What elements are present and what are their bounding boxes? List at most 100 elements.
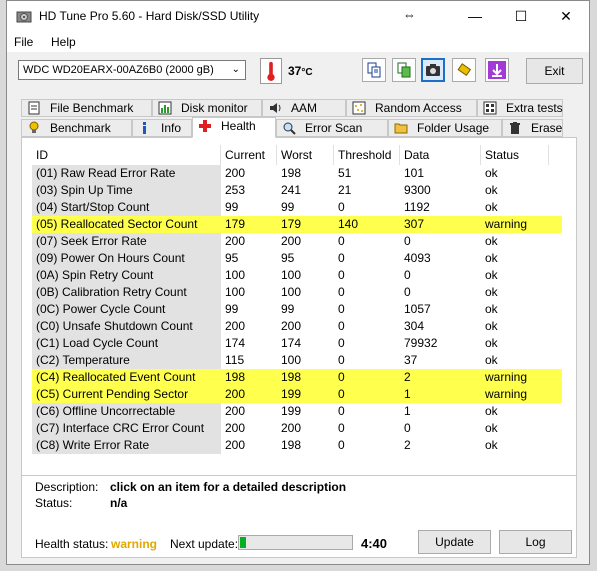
col-header-id[interactable]: ID <box>32 145 221 165</box>
tab-info[interactable]: Info <box>132 119 192 137</box>
table-cell-current: 200 <box>225 404 246 418</box>
download-icon <box>488 61 506 79</box>
temperature-readout: 37°C <box>288 64 313 78</box>
table-row[interactable]: (C4) Reallocated Event Count 198 198 0 2 warn… <box>32 369 562 386</box>
tab-benchmark[interactable]: Benchmark <box>21 119 132 137</box>
table-row[interactable]: (0C) Power Cycle Count 99 99 0 1057 ok <box>32 301 562 318</box>
table-cell-id: (C1) Load Cycle Count <box>32 335 221 352</box>
table-cell-worst: 99 <box>281 200 295 214</box>
table-cell-threshold: 0 <box>338 319 345 333</box>
exit-button[interactable]: Exit <box>526 58 583 84</box>
screenshot-button[interactable] <box>421 58 445 82</box>
camera-icon <box>426 64 440 76</box>
table-row[interactable]: (C7) Interface CRC Error Count 200 200 0 0 ok <box>32 420 562 437</box>
tab-extra-tests[interactable]: Extra tests <box>477 99 563 117</box>
table-cell-id: (C4) Reallocated Event Count <box>36 370 196 384</box>
table-row[interactable]: (05) Reallocated Sector Count 179 179 140 30… <box>32 216 562 233</box>
copy-text-button[interactable] <box>362 58 386 82</box>
table-cell-status: warning <box>485 387 528 401</box>
table-row[interactable]: (09) Power On Hours Count 95 95 0 4093 ok <box>32 250 562 267</box>
tab-error-scan[interactable]: Error Scan <box>276 119 388 137</box>
col-header-data[interactable]: Data <box>400 145 481 165</box>
log-button[interactable]: Log <box>499 530 572 554</box>
tab-file-benchmark[interactable]: File Benchmark <box>21 99 152 117</box>
table-cell-worst: 199 <box>281 404 302 418</box>
tab-label: AAM <box>291 101 318 115</box>
col-header-current[interactable]: Current <box>221 145 277 165</box>
table-row[interactable]: (0A) Spin Retry Count 100 100 0 0 ok <box>32 267 562 284</box>
col-header-status[interactable]: Status <box>481 145 549 165</box>
table-cell-worst: 200 <box>281 421 302 435</box>
copy-screen-button[interactable] <box>392 58 416 82</box>
table-cell-status: ok <box>485 166 498 180</box>
table-row[interactable]: (0B) Calibration Retry Count 100 100 0 0 ok <box>32 284 562 301</box>
table-cell-current: 100 <box>225 268 246 282</box>
tab-aam[interactable]: AAM <box>262 99 346 117</box>
table-row[interactable]: (07) Seek Error Rate 200 200 0 0 ok <box>32 233 562 250</box>
menu-file[interactable]: File <box>14 35 33 49</box>
table-row[interactable]: (01) Raw Read Error Rate 200 198 51 101 ok <box>32 165 562 182</box>
table-row[interactable]: (04) Start/Stop Count 99 99 0 1192 ok <box>32 199 562 216</box>
tab-disk-monitor[interactable]: Disk monitor <box>152 99 262 117</box>
update-button[interactable]: Update <box>418 530 491 554</box>
table-cell-current: 200 <box>225 387 246 401</box>
table-cell-status: ok <box>485 336 498 350</box>
table-cell-threshold: 0 <box>338 234 345 248</box>
save-button[interactable] <box>485 58 509 82</box>
app-window: HD Tune Pro 5.60 - Hard Disk/SSD Utility… <box>6 0 590 565</box>
table-cell-worst: 100 <box>281 353 302 367</box>
table-cell-threshold: 0 <box>338 370 345 384</box>
move-icon: ⇔ <box>403 7 416 22</box>
title-bar: HD Tune Pro 5.60 - Hard Disk/SSD Utility… <box>7 1 589 32</box>
table-row[interactable]: (03) Spin Up Time 253 241 21 9300 ok <box>32 182 562 199</box>
col-header-worst[interactable]: Worst <box>277 145 334 165</box>
table-cell-current: 115 <box>225 353 245 367</box>
options-button[interactable] <box>452 58 476 82</box>
magnifier-icon <box>283 122 296 135</box>
table-cell-id: (C8) Write Error Rate <box>32 437 221 454</box>
table-cell-worst: 198 <box>281 438 302 452</box>
tab-random-access[interactable]: Random Access <box>346 99 477 117</box>
footer-bar: Health status: warning Next update: 4:40… <box>22 526 576 557</box>
table-cell-current: 200 <box>225 421 246 435</box>
maximize-button[interactable]: ☐ <box>498 1 544 32</box>
usb-stick-icon <box>457 63 472 77</box>
tab-erase[interactable]: Erase <box>502 119 563 137</box>
table-cell-id: (03) Spin Up Time <box>32 182 221 199</box>
tab-folder-usage[interactable]: Folder Usage <box>388 119 502 137</box>
table-cell-data: 1 <box>404 404 411 418</box>
table-cell-data: 0 <box>404 285 411 299</box>
minimize-button[interactable]: — <box>452 1 498 32</box>
close-button[interactable]: ✕ <box>543 1 589 32</box>
table-cell-threshold: 0 <box>338 404 345 418</box>
table-row[interactable]: (C6) Offline Uncorrectable 200 199 0 1 ok <box>32 403 562 420</box>
table-cell-status: warning <box>485 370 528 384</box>
table-cell-data: 9300 <box>404 183 431 197</box>
thermometer-icon <box>260 58 282 84</box>
menu-help[interactable]: Help <box>51 35 76 49</box>
table-cell-id: (0A) Spin Retry Count <box>32 267 221 284</box>
table-cell-threshold: 0 <box>338 285 345 299</box>
table-cell-threshold: 21 <box>338 183 352 197</box>
table-cell-threshold: 0 <box>338 387 345 401</box>
drive-select[interactable]: WDC WD20EARX-00AZ6B0 (2000 gB) ⌄ <box>18 60 246 80</box>
table-row[interactable]: (C2) Temperature 115 100 0 37 ok <box>32 352 562 369</box>
table-row[interactable]: (C0) Unsafe Shutdown Count 200 200 0 304 ok <box>32 318 562 335</box>
table-row[interactable]: (C8) Write Error Rate 200 198 0 2 ok <box>32 437 562 454</box>
health-status-label: Health status: <box>35 537 109 551</box>
tab-label: Folder Usage <box>417 121 490 135</box>
window-title: HD Tune Pro 5.60 - Hard Disk/SSD Utility <box>39 9 260 23</box>
table-row[interactable]: (C1) Load Cycle Count 174 174 0 79932 ok <box>32 335 562 352</box>
temperature-value: 37 <box>288 64 302 78</box>
health-status-value: warning <box>111 537 158 551</box>
table-cell-data: 0 <box>404 421 411 435</box>
table-cell-status: warning <box>485 217 528 231</box>
table-row[interactable]: (C5) Current Pending Sector 200 199 0 1 warni… <box>32 386 562 403</box>
table-cell-data: 37 <box>404 353 418 367</box>
col-header-threshold[interactable]: Threshold <box>334 145 400 165</box>
tab-health[interactable]: Health <box>192 117 276 138</box>
table-cell-status: ok <box>485 268 498 282</box>
trash-icon <box>510 122 520 134</box>
table-cell-threshold: 0 <box>338 438 345 452</box>
table-cell-data: 1057 <box>404 302 431 316</box>
